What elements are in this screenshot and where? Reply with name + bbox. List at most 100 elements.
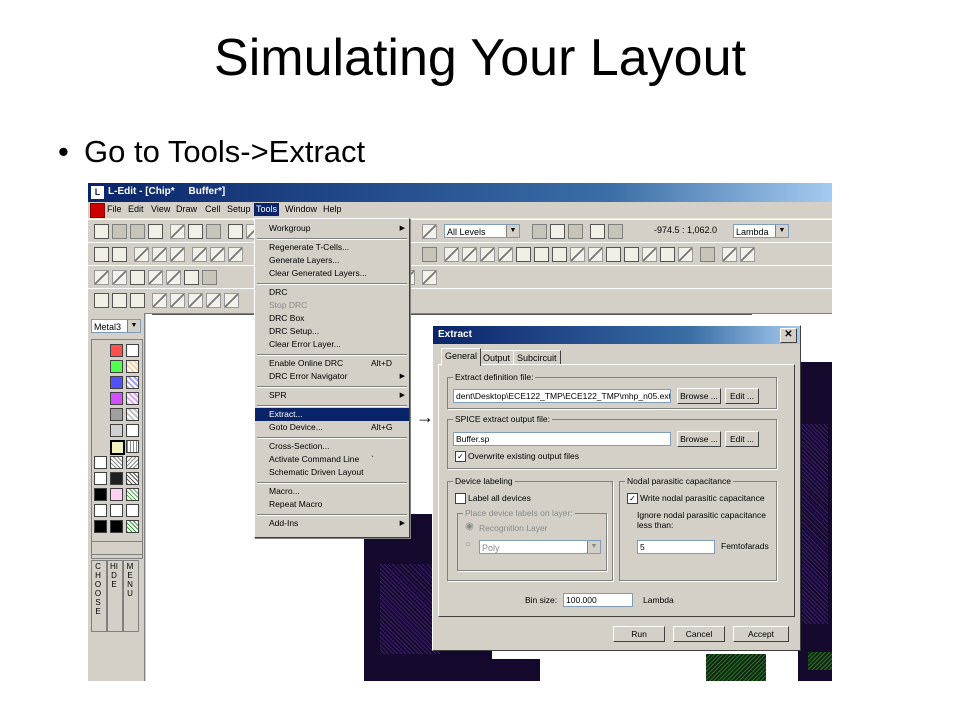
array-icon[interactable] xyxy=(624,247,639,262)
menu-item-regenerate-tcells[interactable]: Regenerate T-Cells... xyxy=(255,241,409,254)
ruler-measure-icon[interactable] xyxy=(202,270,217,285)
paste-icon[interactable] xyxy=(206,224,221,239)
layer-swatch-gray[interactable] xyxy=(110,408,123,421)
zoom-icon[interactable] xyxy=(422,224,437,239)
layer-swatch-metal3[interactable] xyxy=(126,392,139,405)
network-icon[interactable] xyxy=(590,224,605,239)
box-tool-icon[interactable] xyxy=(134,247,149,262)
save-icon[interactable] xyxy=(130,224,145,239)
units-combo[interactable]: Lambda ▼ xyxy=(733,224,789,238)
bracket-icon[interactable] xyxy=(188,293,203,308)
port-icon[interactable] xyxy=(642,247,657,262)
cell-browse-icon[interactable] xyxy=(568,224,583,239)
cut-icon[interactable] xyxy=(170,224,185,239)
menu-item-repeat-macro[interactable]: Repeat Macro xyxy=(255,498,409,511)
nodal-threshold-input[interactable]: 5 xyxy=(637,540,715,554)
mirror-icon[interactable] xyxy=(498,247,513,262)
layer-swatch-metal2[interactable] xyxy=(126,376,139,389)
layer-swatch-a[interactable] xyxy=(94,456,107,469)
layer-swatch-k[interactable] xyxy=(110,504,123,517)
menu-item-spr[interactable]: SPR ▶ xyxy=(255,389,409,402)
menu-item-cross-section[interactable]: Cross-Section... xyxy=(255,440,409,453)
spacer-icon[interactable] xyxy=(206,293,221,308)
layer-swatch-m[interactable] xyxy=(94,520,107,533)
menu-item-add-ins[interactable]: Add-Ins ▶ xyxy=(255,517,409,530)
levels-combo[interactable]: All Levels ▼ xyxy=(444,224,520,238)
layer-swatch-b[interactable] xyxy=(110,456,123,469)
label-icon[interactable] xyxy=(184,270,199,285)
arrow-left-icon[interactable] xyxy=(516,247,531,262)
vertex-icon[interactable] xyxy=(112,270,127,285)
bin-size-input[interactable]: 100.000 xyxy=(563,593,633,607)
menu-cell[interactable]: Cell xyxy=(205,204,221,214)
menu-edit[interactable]: Edit xyxy=(128,204,144,214)
layer-swatch-active[interactable] xyxy=(110,360,123,373)
overwrite-checkbox[interactable]: ✓ xyxy=(455,451,466,462)
spice-edit-button[interactable]: Edit ... xyxy=(725,431,759,447)
circle-tool-icon[interactable] xyxy=(148,270,163,285)
menu-item-schematic-driven-layout[interactable]: Schematic Driven Layout xyxy=(255,466,409,479)
stack-icon[interactable] xyxy=(534,247,549,262)
label-all-devices-checkbox[interactable] xyxy=(455,493,466,504)
accept-button[interactable]: Accept xyxy=(733,626,789,642)
line-tool-icon[interactable] xyxy=(228,247,243,262)
layer-swatch-light[interactable] xyxy=(110,424,123,437)
tilde-icon[interactable] xyxy=(224,293,239,308)
write-nodal-checkbox[interactable]: ✓ xyxy=(627,493,638,504)
menu-item-workgroup[interactable]: Workgroup ▶ xyxy=(255,222,409,235)
flip-h-icon[interactable] xyxy=(444,247,459,262)
layer-swatch-via[interactable] xyxy=(110,392,123,405)
layer-swatch-f[interactable] xyxy=(126,472,139,485)
merge-icon[interactable] xyxy=(570,247,585,262)
layer-swatch-n[interactable] xyxy=(110,520,123,533)
port-sym-icon[interactable] xyxy=(112,293,127,308)
grab-icon[interactable] xyxy=(130,270,145,285)
layer-swatch-g[interactable] xyxy=(94,488,107,501)
layer-swatch-c[interactable] xyxy=(126,456,139,469)
cancel-button[interactable]: Cancel xyxy=(673,626,725,642)
menu-item-enable-online-drc[interactable]: Enable Online DRC Alt+D xyxy=(255,357,409,370)
polygon-tool-icon[interactable] xyxy=(152,247,167,262)
layer-swatch-l[interactable] xyxy=(126,504,139,517)
cell-copy-icon[interactable] xyxy=(550,224,565,239)
definition-file-input[interactable]: dent\Desktop\ECE122_TMP\ECE122_TMP\mhp_n… xyxy=(453,389,671,403)
align-icon[interactable] xyxy=(422,247,437,262)
menu-item-goto-device[interactable]: Goto Device... Alt+G xyxy=(255,421,409,434)
layer-swatch-metal1[interactable] xyxy=(110,376,123,389)
layer-swatch-j[interactable] xyxy=(94,504,107,517)
rotate-icon[interactable] xyxy=(480,247,495,262)
grid-icon[interactable] xyxy=(660,247,675,262)
layer-swatch-white[interactable] xyxy=(126,424,139,437)
cell-icon[interactable] xyxy=(130,293,145,308)
menu-item-generate-layers[interactable]: Generate Layers... xyxy=(255,254,409,267)
instance-icon[interactable] xyxy=(606,247,621,262)
undo-icon[interactable] xyxy=(228,224,243,239)
validate-icon[interactable] xyxy=(422,270,437,285)
pointer-icon[interactable] xyxy=(112,247,127,262)
menu-item-drc-error-navigator[interactable]: DRC Error Navigator ▶ xyxy=(255,370,409,383)
new-file-icon[interactable] xyxy=(94,224,109,239)
definition-browse-button[interactable]: Browse ... xyxy=(677,388,721,404)
layer-swatch-grid-pattern[interactable] xyxy=(126,440,139,453)
layer-scrollbar[interactable] xyxy=(91,541,143,555)
layer-swatch-o[interactable] xyxy=(126,520,139,533)
close-icon[interactable]: ✕ xyxy=(780,328,797,343)
target-icon[interactable] xyxy=(166,270,181,285)
layer-swatch-selected[interactable] xyxy=(110,440,125,455)
node-edit-icon[interactable] xyxy=(94,270,109,285)
menu-view[interactable]: View xyxy=(151,204,170,214)
print-icon[interactable] xyxy=(148,224,163,239)
menu-draw[interactable]: Draw xyxy=(176,204,197,214)
layer-combo[interactable]: Metal3 ▼ xyxy=(91,319,141,333)
flip-v-icon[interactable] xyxy=(462,247,477,262)
open-folder-icon[interactable] xyxy=(112,224,127,239)
menu-window[interactable]: Window xyxy=(285,204,317,214)
layer-swatch-poly[interactable] xyxy=(110,344,123,357)
cell-open-icon[interactable] xyxy=(532,224,547,239)
tab-general[interactable]: General xyxy=(441,348,482,366)
select-arrow-icon[interactable] xyxy=(94,247,109,262)
spice-file-input[interactable]: Buffer.sp xyxy=(453,432,671,446)
diamond-icon[interactable] xyxy=(740,247,755,262)
menu-item-drc[interactable]: DRC xyxy=(255,286,409,299)
document-icon[interactable] xyxy=(90,203,105,218)
